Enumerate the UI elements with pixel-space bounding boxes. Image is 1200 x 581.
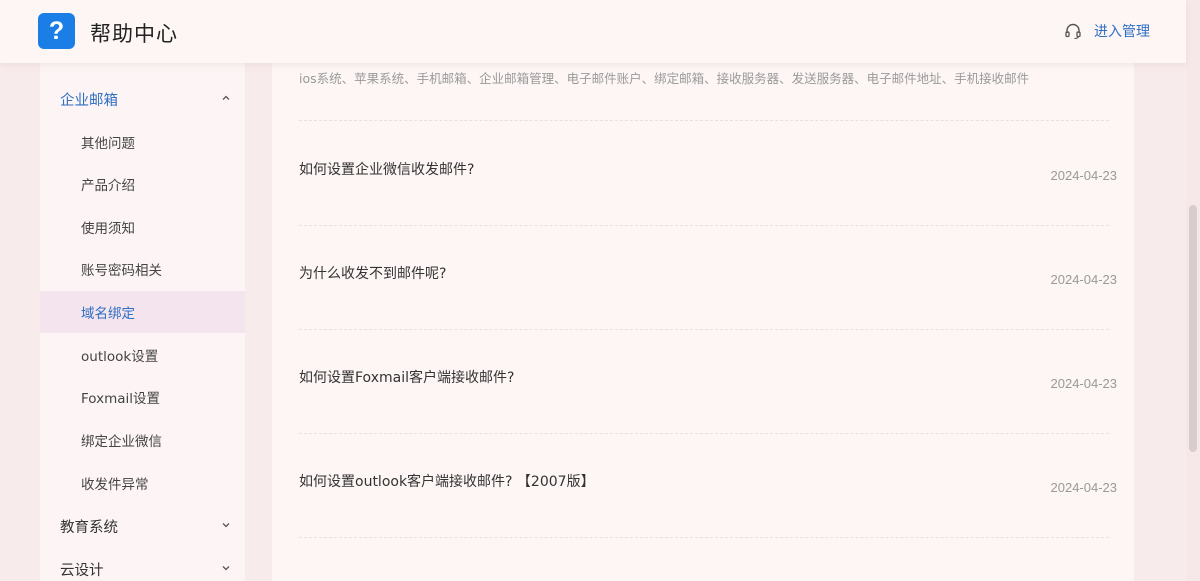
sidebar-nav: 企业邮箱 其他问题 产品介绍 使用须知 账号密码相关 域名绑定 outlook设… (40, 0, 245, 581)
article-item[interactable]: 如何设置outlook客户端接收邮件? 【2007版】 2024-04-23 (299, 471, 1117, 531)
article-title[interactable]: 为什么收发不到邮件呢? (299, 263, 446, 283)
article-item[interactable]: 为什么收发不到邮件呢? 2024-04-23 (299, 263, 1117, 323)
top-header: ? 帮助中心 进入管理 (0, 0, 1186, 63)
logo-glyph: ? (48, 16, 65, 45)
sidebar-item-outlook-settings[interactable]: outlook设置 (40, 334, 245, 376)
help-center-page: 企业邮箱 其他问题 产品介绍 使用须知 账号密码相关 域名绑定 outlook设… (0, 0, 1200, 581)
sidebar-item-label: 收发件异常 (81, 477, 149, 493)
sidebar-item-cloud-design[interactable]: 云设计 (40, 548, 245, 581)
question-mark-icon: ? (38, 13, 75, 49)
chevron-down-icon (221, 520, 231, 530)
sidebar-item-mail-exceptions[interactable]: 收发件异常 (40, 462, 245, 504)
sidebar-item-usage-notice[interactable]: 使用须知 (40, 206, 245, 248)
article-date: 2024-04-23 (1050, 376, 1118, 391)
sidebar-item-other-questions[interactable]: 其他问题 (40, 121, 245, 163)
sidebar-item-domain-binding[interactable]: 域名绑定 (40, 291, 245, 333)
divider (299, 120, 1109, 121)
article-item[interactable]: 如何设置企业微信收发邮件? 2024-04-23 (299, 159, 1117, 219)
article-item[interactable]: 如何设置Foxmail客户端接收邮件? 2024-04-23 (299, 367, 1117, 427)
sidebar-item-bind-wecom[interactable]: 绑定企业微信 (40, 419, 245, 461)
article-tags: ios系统、苹果系统、手机邮箱、企业邮箱管理、电子邮件账户、绑定邮箱、接收服务器… (299, 71, 1030, 86)
divider (299, 225, 1109, 226)
sidebar-item-education-system[interactable]: 教育系统 (40, 505, 245, 547)
article-date: 2024-04-23 (1050, 272, 1118, 287)
sidebar-item-label: 账号密码相关 (81, 263, 162, 279)
page-title: 帮助中心 (90, 22, 178, 46)
scrollbar-thumb[interactable] (1189, 205, 1197, 452)
divider (299, 537, 1109, 538)
sidebar-item-foxmail-settings[interactable]: Foxmail设置 (40, 376, 245, 418)
sidebar-item-label: outlook设置 (81, 349, 159, 365)
sidebar-item-product-intro[interactable]: 产品介绍 (40, 163, 245, 205)
sidebar-item-label: 绑定企业微信 (81, 434, 162, 450)
sidebar-item-label: 教育系统 (60, 519, 118, 536)
admin-entry-label: 进入管理 (1094, 24, 1150, 40)
article-list-panel: ios系统、苹果系统、手机邮箱、企业邮箱管理、电子邮件账户、绑定邮箱、接收服务器… (272, 0, 1134, 581)
divider (299, 433, 1109, 434)
article-date: 2024-04-23 (1050, 168, 1118, 183)
article-title[interactable]: 如何设置Foxmail客户端接收邮件? (299, 367, 514, 387)
sidebar-item-label: 企业邮箱 (60, 92, 118, 109)
sidebar-item-label: 其他问题 (81, 136, 135, 152)
sidebar-item-label: 域名绑定 (81, 306, 135, 322)
admin-entry-link[interactable]: 进入管理 (1064, 21, 1150, 41)
chevron-up-icon (221, 93, 231, 103)
page-scrollbar[interactable] (1186, 0, 1200, 581)
sidebar-item-enterprise-mail[interactable]: 企业邮箱 (40, 78, 245, 120)
sidebar-item-label: 产品介绍 (81, 178, 135, 194)
article-title[interactable]: 如何设置outlook客户端接收邮件? 【2007版】 (299, 471, 595, 491)
article-date: 2024-04-23 (1050, 480, 1118, 495)
article-title[interactable]: 如何设置企业微信收发邮件? (299, 159, 474, 179)
headset-icon (1065, 23, 1081, 40)
divider (299, 329, 1109, 330)
sidebar-item-label: Foxmail设置 (81, 391, 161, 407)
sidebar-item-label: 云设计 (60, 562, 104, 579)
sidebar-item-label: 使用须知 (81, 221, 135, 237)
sidebar-item-account-password[interactable]: 账号密码相关 (40, 248, 245, 290)
chevron-down-icon (221, 563, 231, 573)
